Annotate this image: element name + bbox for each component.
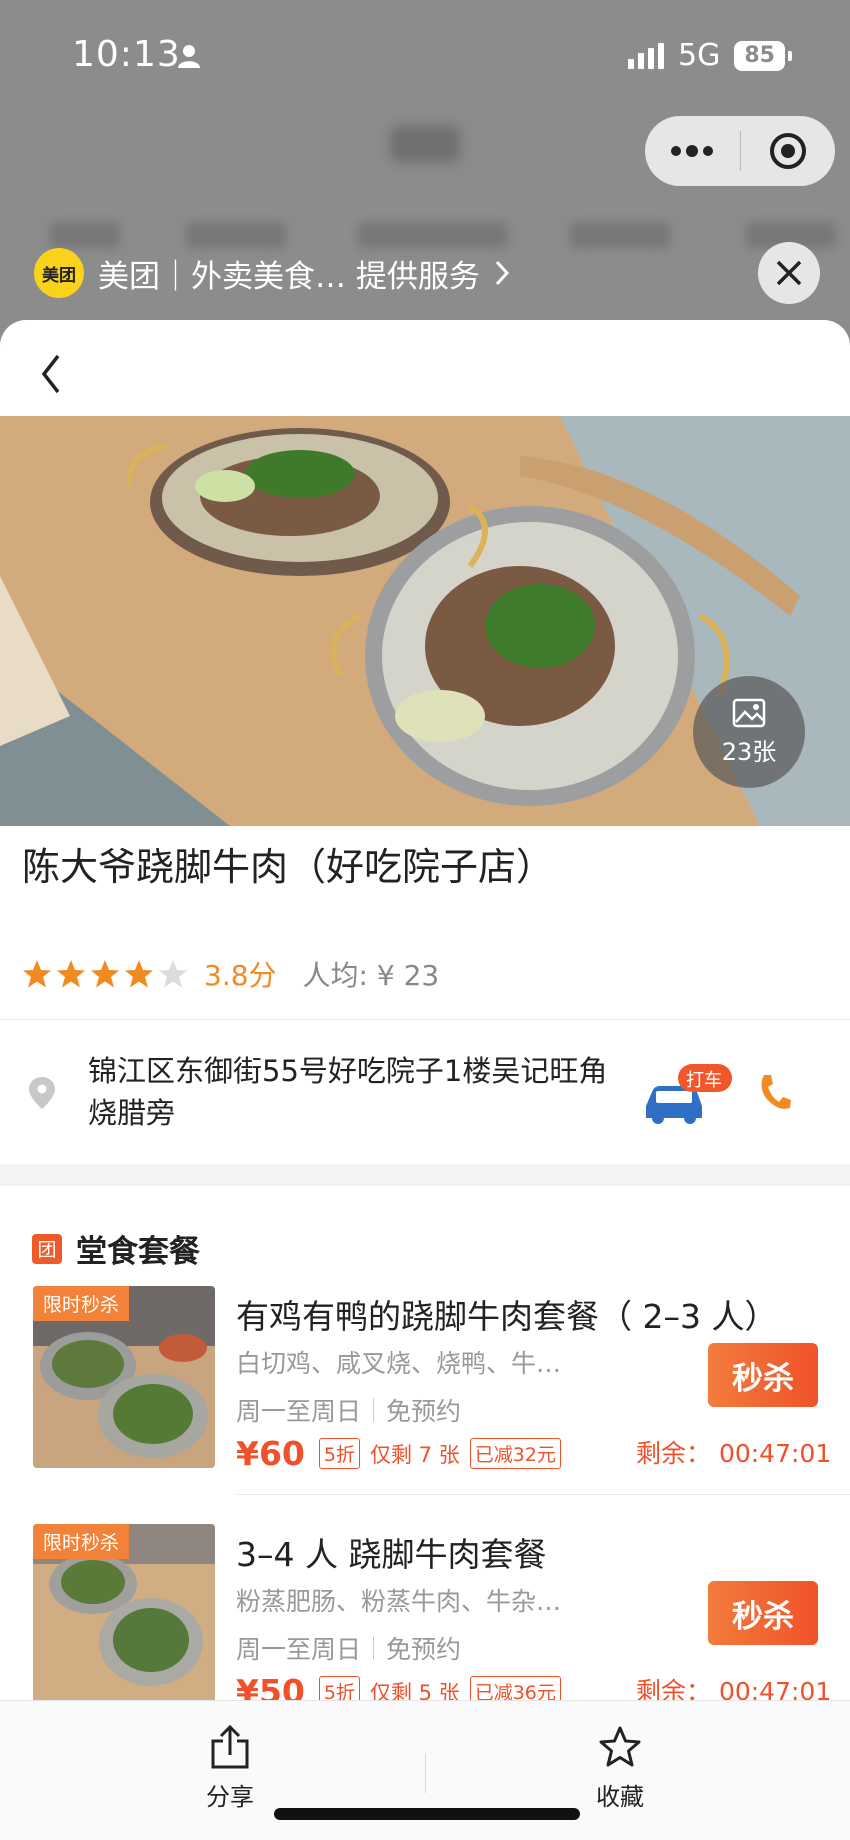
phone-button[interactable] (758, 1072, 792, 1116)
average-price: 人均: ¥ 23 (302, 959, 440, 992)
more-dots-icon (671, 145, 714, 157)
divider (236, 1494, 850, 1495)
status-time: 10:13 (72, 34, 181, 75)
back-button[interactable] (34, 346, 74, 402)
close-icon (776, 260, 802, 286)
blurred-tab (186, 222, 286, 248)
phone-icon (761, 1075, 791, 1109)
flash-sale-button[interactable]: 秒杀 (708, 1343, 818, 1407)
battery-icon: 85 (734, 40, 792, 71)
deal-thumbnail: 限时秒杀 (33, 1286, 215, 1468)
flash-sale-button[interactable]: 秒杀 (708, 1581, 818, 1645)
blurred-tab (358, 222, 508, 248)
deal-price-row: ¥60 5折 仅剩 7 张 已减32元 (236, 1434, 561, 1473)
section-header: 团 堂食套餐 (32, 1226, 200, 1271)
blurred-title (390, 126, 460, 162)
deal-booking: 免预约 (386, 1397, 462, 1426)
network-label: 5G (678, 38, 721, 73)
service-provider-bar[interactable]: 美团 美团｜外卖美食… 提供服务 (34, 248, 510, 298)
favorite-button[interactable]: 收藏 (560, 1725, 680, 1812)
star-icon (57, 960, 85, 988)
stock-remaining: 仅剩 7 张 (369, 1442, 460, 1467)
divider (425, 1753, 426, 1793)
signal-icon (628, 42, 665, 69)
target-icon (769, 133, 806, 169)
share-button[interactable]: 分享 (170, 1725, 290, 1812)
deal-title: 3–4 人 跷脚牛肉套餐 (236, 1535, 547, 1574)
shop-address[interactable]: 锦江区东御街55号好吃院子1楼吴记旺角烧腊旁 (88, 1050, 628, 1134)
chevron-right-icon (495, 260, 509, 286)
section-gap (0, 1164, 850, 1186)
more-button[interactable] (645, 116, 740, 186)
back-arrow-icon (41, 354, 60, 394)
section-title: 堂食套餐 (76, 1234, 200, 1270)
image-icon (732, 698, 766, 727)
shop-name: 陈大爷跷脚牛肉（好吃院子店） (22, 845, 555, 889)
service-provider-text: 美团｜外卖美食… 提供服务 (98, 258, 480, 295)
deal-price: ¥60 (236, 1434, 305, 1473)
close-button[interactable] (758, 242, 820, 304)
rating-score: 3.8分 (204, 959, 277, 992)
discount-badge: 5折 (318, 1438, 360, 1469)
home-indicator (274, 1808, 580, 1820)
star-icon (23, 960, 51, 988)
deal-days: 周一至周日 (236, 1397, 362, 1426)
taxi-button[interactable]: 打车 (644, 1062, 734, 1132)
deal-meta: 周一至周日 免预约 (236, 1392, 461, 1428)
photo-count-label: 23张 (721, 737, 777, 766)
group-deal-icon: 团 (32, 1233, 62, 1264)
deal-meta: 周一至周日 免预约 (236, 1630, 461, 1666)
deal-title: 有鸡有鸭的跷脚牛肉套餐（ 2–3 人） (236, 1297, 778, 1336)
deal-days: 周一至周日 (236, 1635, 362, 1664)
star-icon (159, 960, 187, 988)
share-label: 分享 (206, 1783, 254, 1811)
deal-items: 粉蒸肥肠、粉蒸牛肉、牛杂… (236, 1587, 562, 1616)
share-icon (211, 1725, 249, 1769)
person-icon (178, 44, 200, 72)
star-outline-icon (599, 1726, 641, 1767)
deal-thumbnail: 限时秒杀 (33, 1524, 215, 1706)
location-pin-icon (28, 1076, 56, 1114)
star-rating (22, 959, 188, 989)
taxi-label: 打车 (686, 1070, 722, 1091)
countdown-timer: 剩余： 00:47:01 (636, 1439, 832, 1468)
favorite-label: 收藏 (596, 1783, 644, 1811)
battery-level: 85 (734, 40, 785, 71)
meituan-logo: 美团 (34, 248, 84, 298)
deal-items: 白切鸡、咸叉烧、烧鸭、牛… (236, 1349, 562, 1378)
detail-sheet: 23张 陈大爷跷脚牛肉（好吃院子店） 3.8分 人均: ¥ 23 锦江区东御街5… (0, 320, 850, 1839)
blurred-tab (570, 222, 670, 248)
flash-sale-tag: 限时秒杀 (33, 1524, 130, 1559)
star-icon (91, 960, 119, 988)
photo-count-badge[interactable]: 23张 (693, 676, 805, 788)
status-indicators: 5G 85 (628, 38, 792, 73)
saved-badge: 已减32元 (469, 1438, 561, 1469)
rating-row: 3.8分 人均: ¥ 23 (22, 954, 439, 994)
blurred-tab (50, 222, 120, 248)
star-icon (125, 960, 153, 988)
deal-item[interactable]: 限时秒杀 有鸡有鸭的跷脚牛肉套餐（ 2–3 人） 白切鸡、咸叉烧、烧鸭、牛… 周… (0, 1286, 850, 1516)
close-miniprogram-button[interactable] (741, 116, 836, 186)
flash-sale-tag: 限时秒杀 (33, 1286, 130, 1321)
deal-booking: 免预约 (386, 1635, 462, 1664)
divider (0, 1019, 850, 1020)
miniprogram-capsule (645, 116, 835, 186)
